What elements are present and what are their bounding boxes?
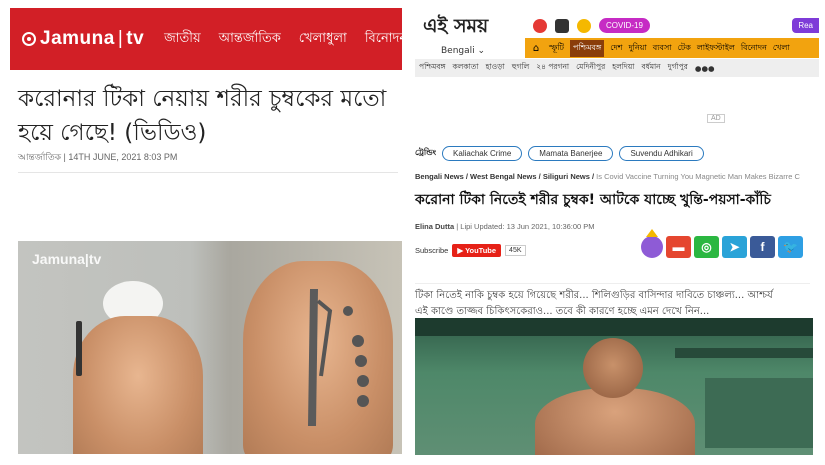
article-meta: আন্তর্জাতিক | 14TH JUNE, 2021 8:03 PM [18, 152, 178, 162]
nav1-item[interactable]: বিনোদন [741, 42, 767, 55]
author-name[interactable]: Elina Dutta [415, 222, 454, 231]
nav1-item[interactable]: দুনিয়া [628, 42, 646, 55]
article-summary: টিকা নিতেই নাকি চুম্বক হয়ে গিয়েছে শরীর… [415, 283, 810, 320]
nav1-item[interactable]: স্ফূটি [549, 42, 564, 55]
home-icon[interactable]: ⌂ [529, 41, 543, 55]
man-torso [535, 388, 695, 455]
jamuna-logo-icon [22, 32, 36, 46]
shelf [675, 348, 813, 358]
nav2-item[interactable]: হাওড়া [486, 62, 505, 74]
subscriber-count: 45K [505, 245, 526, 256]
subscribe-label: Subscribe [415, 246, 449, 255]
facebook-icon[interactable]: f [750, 236, 775, 258]
more-icon[interactable]: ●●● [695, 64, 715, 73]
nav2-item[interactable]: পশ্চিমবঙ্গ [419, 62, 446, 74]
jamuna-nav: জাতীয় আন্তর্জাতিক খেলাধুলা বিনোদন [164, 29, 407, 50]
jamuna-brand: Jamuna [40, 28, 115, 49]
trending-pill[interactable]: Suvendu Adhikari [619, 146, 704, 161]
nav1-item[interactable]: দেশ [610, 42, 622, 55]
shelf [415, 318, 813, 336]
eisamay-logo[interactable]: এই সময় Bengali ⌄ [423, 12, 509, 62]
summary-line: টিকা নিতেই নাকি চুম্বক হয়ে গিয়েছে শরীর… [415, 290, 773, 301]
video-thumbnail[interactable] [415, 318, 813, 455]
nav1-item-active[interactable]: পশ্চিমবঙ্গ [570, 39, 605, 57]
logo-separator: | [117, 28, 124, 49]
jamuna-logo[interactable]: Jamuna | tv [22, 28, 144, 50]
secondary-nav: পশ্চিমবঙ্গ কলকাতা হাওড়া হুগলি ২৪ পরগনা … [415, 59, 819, 77]
nav2-item[interactable]: বর্ধমান [641, 62, 660, 74]
byline: Elina Dutta | Lipi Updated: 13 Jun 2021,… [415, 222, 595, 231]
eisamay-logo-text: এই সময় [423, 15, 489, 37]
byline-meta: | Lipi Updated: 13 Jun 2021, 10:36:00 PM [454, 222, 595, 231]
breadcrumb-current: Is Covid Vaccine Turning You Magnetic Ma… [594, 172, 800, 181]
camera-icon[interactable] [555, 18, 569, 33]
nav2-item[interactable]: হলদিয়া [612, 62, 634, 74]
nav2-item[interactable]: কলকাতা [453, 62, 479, 74]
eisamay-header: এই সময় Bengali ⌄ COVID-19 Rea [415, 8, 819, 56]
divider [18, 172, 398, 173]
breadcrumb: Bengali News / West Bengal News / Siligu… [415, 172, 800, 181]
share-bar: ▬ ◎ ➤ f 🐦 [641, 229, 803, 258]
nav1-item[interactable]: ব্যবসা [653, 42, 672, 55]
nav1-item[interactable]: খেলা [773, 42, 790, 55]
article-headline-right: করোনা টিকা নিতেই শরীর চুম্বক! আটকে যাচ্ছ… [415, 192, 771, 208]
read-badge[interactable]: Rea [792, 18, 819, 33]
nav2-item[interactable]: ২৪ পরগনা [536, 62, 569, 74]
nav2-item[interactable]: হুগলি [512, 62, 529, 74]
trending-label: ট্রেন্ডিং [415, 148, 437, 157]
nav-item-entertainment[interactable]: বিনোদন [365, 29, 407, 50]
magnet-objects [76, 289, 369, 426]
subscribe-row: Subscribe ▶ YouTube 45K [415, 244, 526, 257]
nav2-item[interactable]: মেদিনীপুর [576, 62, 605, 74]
man-head [583, 338, 643, 398]
video-icon[interactable] [533, 18, 547, 33]
article-headline: করোনার টিকা নেয়ায় শরীর চুম্বকের মতো হয… [18, 86, 387, 146]
nav-item-international[interactable]: আন্তর্জাতিক [219, 29, 281, 50]
youtube-subscribe-button[interactable]: ▶ YouTube [452, 244, 502, 257]
article-image[interactable]: Jamuna|tv [18, 241, 402, 454]
trending-bar: ট্রেন্ডিং Kaliachak Crime Mamata Banerje… [415, 146, 704, 161]
comment-icon[interactable]: ▬ [666, 236, 691, 258]
jamuna-brand-suffix: tv [126, 28, 145, 49]
covid-badge[interactable]: COVID-19 [599, 18, 650, 33]
youtube-label: YouTube [465, 246, 497, 255]
nav-item-sports[interactable]: খেলাধুলা [299, 29, 347, 50]
star-icon[interactable] [577, 18, 591, 33]
whatsapp-icon[interactable]: ◎ [694, 236, 719, 258]
nav-item-national[interactable]: জাতীয় [164, 29, 201, 50]
twitter-icon[interactable]: 🐦 [778, 236, 803, 258]
primary-nav: ⌂ স্ফূটি পশ্চিমবঙ্গ দেশ দুনিয়া ব্যবসা ট… [525, 38, 819, 58]
telegram-icon[interactable]: ➤ [722, 236, 747, 258]
ad-label: AD [707, 114, 725, 123]
trending-pill[interactable]: Mamata Banerjee [528, 146, 614, 161]
premium-avatar-icon[interactable] [641, 229, 663, 258]
left-panel: Jamuna | tv জাতীয় আন্তর্জাতিক খেলাধুলা … [10, 0, 407, 465]
right-panel: এই সময় Bengali ⌄ COVID-19 Rea ⌂ স্ফূটি … [409, 0, 825, 465]
cabinet [705, 378, 813, 448]
nav1-item[interactable]: টেক [678, 42, 691, 55]
breadcrumb-links[interactable]: Bengali News / West Bengal News / Siligu… [415, 172, 594, 181]
nav1-item[interactable]: লাইফস্টাইল [697, 42, 735, 55]
language-selector[interactable]: Bengali ⌄ [441, 46, 509, 56]
header-icons: COVID-19 [533, 18, 650, 33]
trending-pill[interactable]: Kaliachak Crime [442, 146, 523, 161]
jamuna-header: Jamuna | tv জাতীয় আন্তর্জাতিক খেলাধুলা … [10, 8, 407, 70]
nav2-item[interactable]: দুর্গাপুর [668, 62, 688, 74]
